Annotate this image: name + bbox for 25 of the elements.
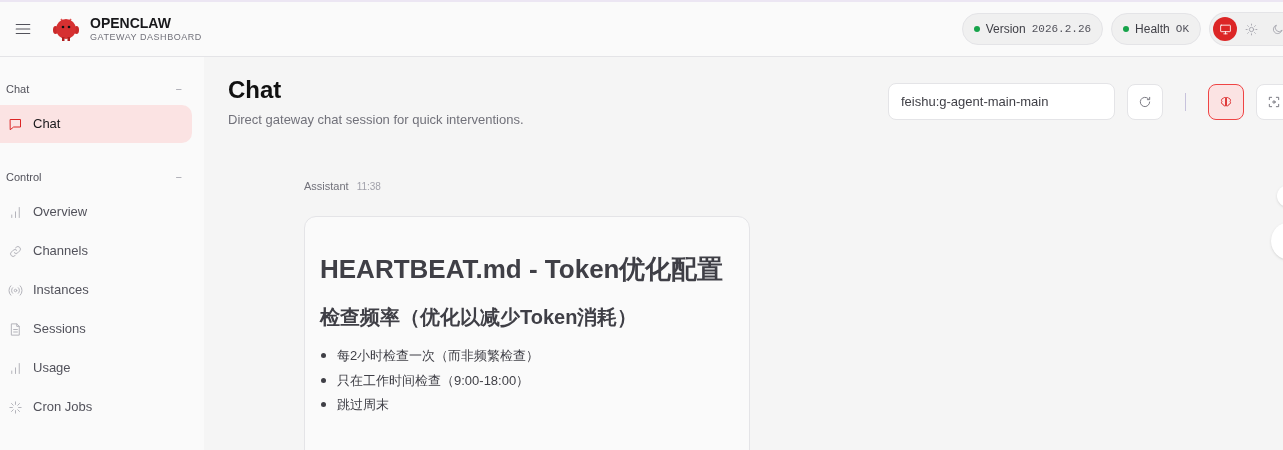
message-time: 11:38 (356, 180, 381, 194)
nav-item[interactable]: Chat (0, 105, 192, 143)
nav-item[interactable]: Sessions (0, 310, 192, 348)
brand-subtitle: GATEWAY DASHBOARD (90, 32, 202, 44)
status-label: Version (985, 21, 1026, 38)
message-heading: HEARTBEAT.md - Token优化配置 (320, 252, 724, 286)
list-item: 跳过周末 (337, 396, 389, 414)
list-item: 只在工作时间检查（9:00-18:00） (337, 371, 530, 390)
nav-item[interactable]: Instances (0, 271, 192, 309)
message-subheading: 检查频率（优化以减少Token消耗） (320, 304, 638, 330)
page-title: Chat (228, 75, 283, 105)
nav-item[interactable]: Usage (0, 349, 192, 387)
group-label: Chat (6, 81, 30, 97)
session-field[interactable]: feishu:g-agent-main-main (888, 83, 1115, 120)
group-label: Control (6, 169, 42, 185)
brand-title: OPENCLAW (90, 14, 172, 33)
list-item: 每2小时检查一次（而非频繁检查） (337, 347, 540, 365)
nav-item[interactable]: Cron Jobs (0, 388, 192, 426)
message-author: Assistant (304, 179, 349, 195)
nav-item[interactable]: Channels (0, 232, 192, 270)
status-label: Health (1135, 21, 1170, 38)
page-subtitle: Direct gateway chat session for quick interventions. (228, 111, 524, 129)
status-value: OK (1175, 21, 1189, 37)
nav-item[interactable]: Overview (0, 193, 192, 231)
status-value: 2026.2.26 (1031, 21, 1092, 37)
